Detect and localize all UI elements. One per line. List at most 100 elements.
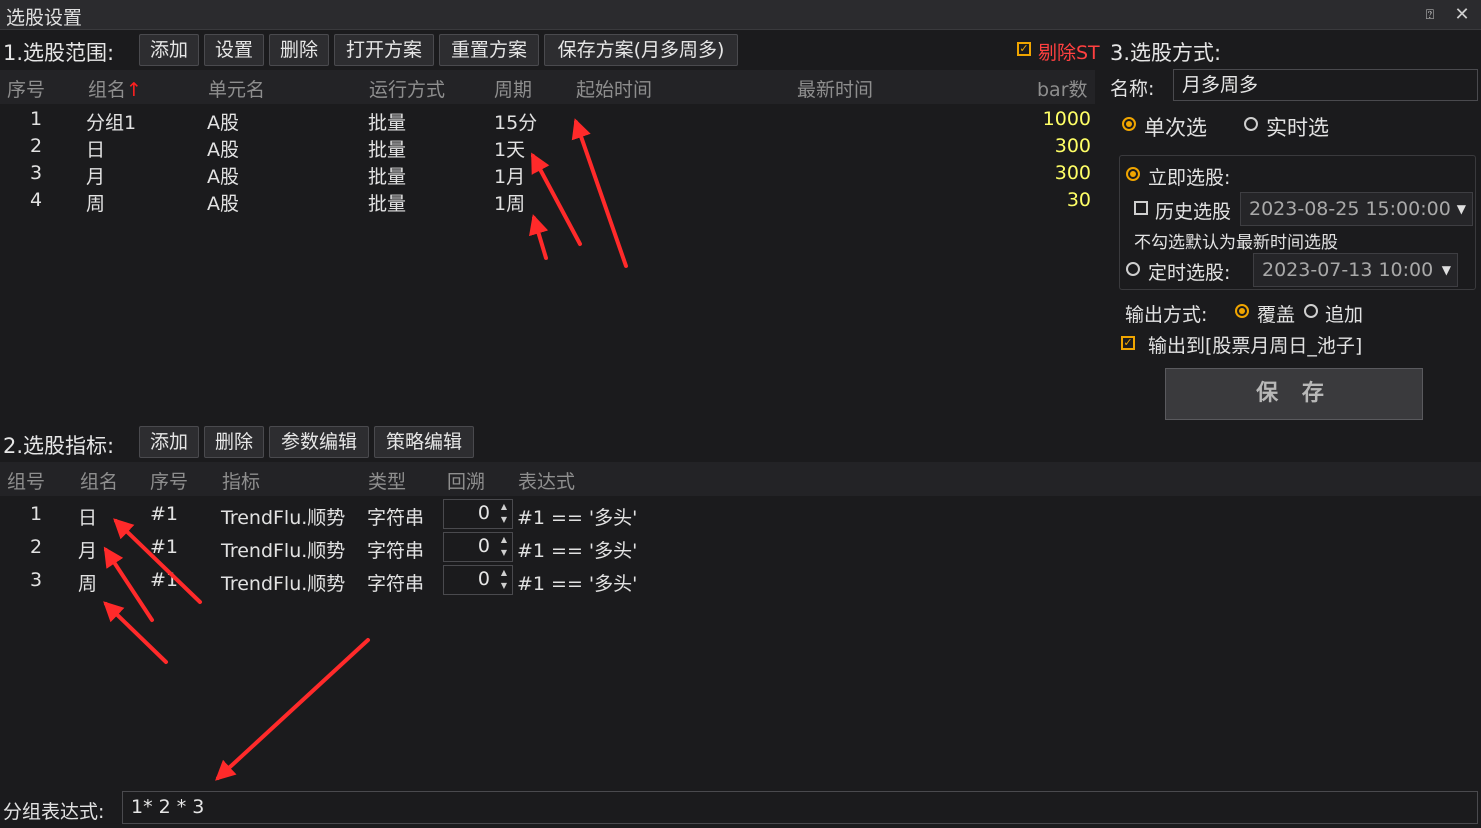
cell-mode: 批量 — [368, 166, 407, 188]
cell-unit: A股 — [207, 112, 239, 134]
stepper-down-icon[interactable]: ▼ — [501, 548, 507, 557]
cell-type: 字符串 — [367, 573, 425, 595]
cell-group-name: 日 — [78, 507, 98, 529]
col-index[interactable]: 序号 — [7, 75, 45, 102]
cell-mode: 批量 — [368, 139, 407, 161]
col-type[interactable]: 类型 — [368, 467, 406, 494]
cell-bar-count: 300 — [1054, 162, 1091, 184]
col-indicator[interactable]: 指标 — [222, 467, 260, 494]
col-group[interactable]: 组名↑ — [88, 75, 142, 102]
exclude-st-checkbox[interactable]: ✓ — [1017, 42, 1031, 56]
col-group-label: 组名 — [88, 79, 127, 101]
help-icon[interactable]: ⍰ — [1419, 4, 1441, 26]
indicator-add-button[interactable]: 添加 — [139, 426, 199, 458]
plan-name-input[interactable]: 月多周多 — [1173, 69, 1478, 101]
cell-unit: A股 — [207, 139, 239, 161]
table-row[interactable]: 2 日 A股 批量 1天 300 — [0, 133, 1095, 161]
immediate-select-radio[interactable] — [1126, 167, 1140, 181]
cell-mode: 批量 — [368, 112, 407, 134]
realtime-select-label: 实时选 — [1266, 116, 1329, 140]
lookback-stepper[interactable]: 0 ▲ ▼ — [443, 565, 513, 595]
lookback-value: 0 — [477, 502, 490, 524]
annotation-arrow — [529, 214, 549, 260]
cell-expression: #1 == '多头' — [517, 507, 638, 529]
cell-index: 4 — [30, 189, 43, 211]
annotation-arrow — [103, 601, 168, 664]
col-group-name[interactable]: 组名 — [80, 467, 118, 494]
table-row[interactable]: 4 周 A股 批量 1周 30 — [0, 187, 1095, 215]
exclude-st-label: 剔除ST — [1038, 42, 1100, 64]
group-expr-input[interactable]: 1* 2 * 3 — [122, 791, 1478, 824]
history-select-checkbox[interactable] — [1134, 201, 1148, 215]
col-bar-count[interactable]: bar数 — [1037, 75, 1088, 102]
cell-bar-count: 300 — [1054, 135, 1091, 157]
table-row[interactable]: 1 日 #1 TrendFlu.顺势 字符串 0 ▲ ▼ #1 == '多头' — [0, 498, 900, 531]
cell-group-name: 月 — [78, 540, 98, 562]
col-lookback[interactable]: 回溯 — [447, 467, 485, 494]
col-seq[interactable]: 序号 — [150, 467, 188, 494]
cell-seq: #1 — [150, 503, 179, 525]
realtime-select-radio[interactable] — [1244, 117, 1258, 131]
scope-delete-button[interactable]: 删除 — [269, 34, 329, 66]
table-row[interactable]: 3 月 A股 批量 1月 300 — [0, 160, 1095, 188]
open-plan-button[interactable]: 打开方案 — [334, 34, 434, 66]
col-period[interactable]: 周期 — [494, 75, 532, 102]
lookback-stepper[interactable]: 0 ▲ ▼ — [443, 499, 513, 529]
cell-group-name: 周 — [78, 573, 98, 595]
scope-settings-button[interactable]: 设置 — [204, 34, 264, 66]
stepper-up-icon[interactable]: ▲ — [501, 535, 507, 544]
method-section-label: 3.选股方式: — [1110, 41, 1222, 65]
col-mode[interactable]: 运行方式 — [369, 75, 445, 102]
col-expression[interactable]: 表达式 — [518, 467, 575, 494]
table-row[interactable]: 3 周 #1 TrendFlu.顺势 字符串 0 ▲ ▼ #1 == '多头' — [0, 564, 900, 597]
scope-table-header: 序号 组名↑ 单元名 运行方式 周期 起始时间 最新时间 bar数 — [0, 70, 1095, 104]
cell-expression: #1 == '多头' — [517, 540, 638, 562]
col-start-time[interactable]: 起始时间 — [576, 75, 652, 102]
stepper-down-icon[interactable]: ▼ — [501, 515, 507, 524]
lookback-value: 0 — [477, 535, 490, 557]
cell-unit: A股 — [207, 166, 239, 188]
close-icon[interactable]: ✕ — [1451, 4, 1473, 26]
lookback-stepper[interactable]: 0 ▲ ▼ — [443, 532, 513, 562]
scope-add-button[interactable]: 添加 — [139, 34, 199, 66]
cell-group: 日 — [86, 139, 106, 161]
output-append-radio[interactable] — [1304, 304, 1318, 318]
col-latest-time[interactable]: 最新时间 — [797, 75, 873, 102]
col-unit[interactable]: 单元名 — [208, 75, 265, 102]
cell-type: 字符串 — [367, 507, 425, 529]
scope-section-label: 1.选股范围: — [3, 41, 115, 65]
indicator-delete-button[interactable]: 删除 — [204, 426, 264, 458]
output-mode-label: 输出方式: — [1125, 304, 1208, 326]
cell-indicator: TrendFlu.顺势 — [221, 507, 346, 529]
cell-mode: 批量 — [368, 193, 407, 215]
immediate-select-label: 立即选股: — [1148, 167, 1231, 189]
stepper-up-icon[interactable]: ▲ — [501, 502, 507, 511]
param-edit-button[interactable]: 参数编辑 — [269, 426, 369, 458]
cell-period: 1天 — [494, 139, 526, 161]
output-overwrite-radio[interactable] — [1235, 304, 1249, 318]
strategy-edit-button[interactable]: 策略编辑 — [374, 426, 474, 458]
cell-period: 15分 — [494, 112, 538, 134]
cell-group-no: 2 — [30, 536, 43, 558]
cell-index: 1 — [30, 108, 43, 130]
reset-plan-button[interactable]: 重置方案 — [439, 34, 539, 66]
cell-unit: A股 — [207, 193, 239, 215]
timed-datetime-picker[interactable]: 2023-07-13 10:00 ▼ — [1253, 253, 1458, 287]
single-select-label: 单次选 — [1144, 116, 1207, 140]
history-datetime-value: 2023-08-25 15:00:00 — [1249, 198, 1451, 220]
save-plan-button[interactable]: 保存方案(月多周多) — [544, 34, 738, 66]
col-group-no[interactable]: 组号 — [7, 467, 45, 494]
cell-indicator: TrendFlu.顺势 — [221, 573, 346, 595]
cell-type: 字符串 — [367, 540, 425, 562]
table-row[interactable]: 1 分组1 A股 批量 15分 1000 — [0, 106, 1095, 134]
stepper-down-icon[interactable]: ▼ — [501, 581, 507, 590]
stepper-up-icon[interactable]: ▲ — [501, 568, 507, 577]
table-row[interactable]: 2 月 #1 TrendFlu.顺势 字符串 0 ▲ ▼ #1 == '多头' — [0, 531, 900, 564]
single-select-radio[interactable] — [1122, 117, 1136, 131]
group-expr-label: 分组表达式: — [3, 801, 105, 823]
timed-select-radio[interactable] — [1126, 262, 1140, 276]
save-button[interactable]: 保 存 — [1165, 368, 1423, 420]
output-to-pool-checkbox[interactable]: ✓ — [1121, 336, 1135, 350]
history-datetime-picker[interactable]: 2023-08-25 15:00:00 ▼ — [1240, 192, 1473, 226]
cell-period: 1月 — [494, 166, 526, 188]
